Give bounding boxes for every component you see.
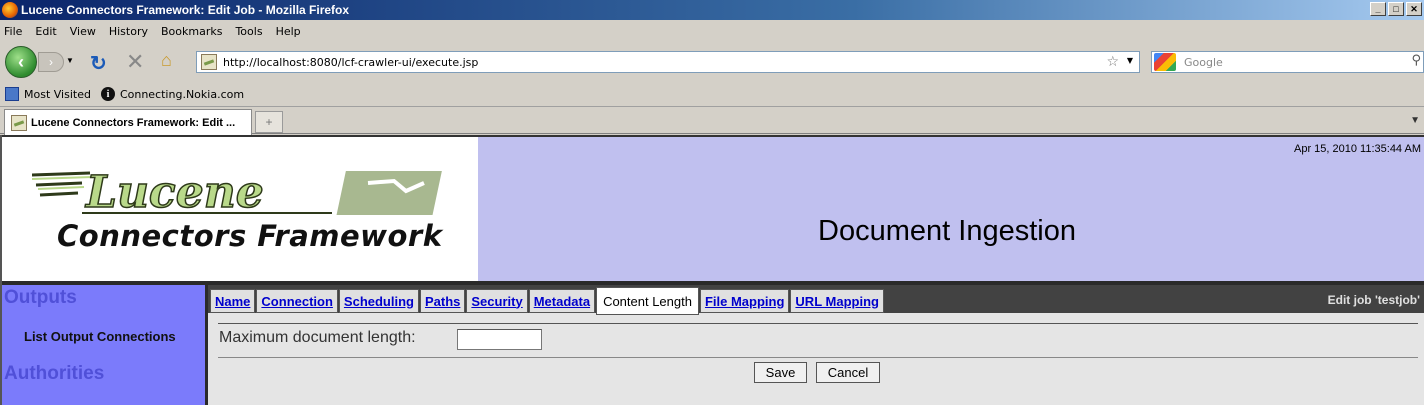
tab-security[interactable]: Security bbox=[466, 289, 528, 313]
back-arrow-icon: ‹ bbox=[18, 51, 24, 72]
menu-file[interactable]: File bbox=[4, 25, 22, 38]
google-engine-icon[interactable] bbox=[1154, 53, 1176, 71]
browser-tab-active[interactable]: Lucene Connectors Framework: Edit ... bbox=[4, 109, 252, 135]
tab-paths[interactable]: Paths bbox=[419, 289, 466, 313]
tab-file-mapping[interactable]: File Mapping bbox=[699, 289, 790, 313]
new-tab-button[interactable]: + bbox=[255, 111, 283, 133]
maximize-button[interactable]: □ bbox=[1388, 2, 1404, 16]
tab-content-length[interactable]: Content Length bbox=[596, 287, 699, 315]
bookmark-most-visited[interactable]: Most Visited bbox=[5, 87, 91, 101]
tab-scheduling[interactable]: Scheduling bbox=[338, 289, 419, 313]
sidebar-heading-authorities: Authorities bbox=[4, 363, 105, 384]
sidebar-heading-outputs: Outputs bbox=[4, 287, 77, 308]
bookmark-label: Most Visited bbox=[24, 87, 91, 101]
forward-arrow-icon: › bbox=[49, 55, 53, 69]
tab-connection[interactable]: Connection bbox=[256, 289, 338, 313]
form-button-row: Save Cancel bbox=[218, 357, 1418, 385]
bookmark-connecting-nokia[interactable]: i Connecting.Nokia.com bbox=[100, 87, 245, 101]
save-button[interactable]: Save bbox=[754, 362, 807, 383]
url-text[interactable]: http://localhost:8080/lcf-crawler-ui/exe… bbox=[223, 56, 478, 69]
lucene-logo-icon: Lucene bbox=[32, 166, 442, 219]
banner-title-area: Apr 15, 2010 11:35:44 AM Document Ingest… bbox=[478, 135, 1424, 283]
sidebar: Outputs List Output Connections Authorit… bbox=[2, 285, 208, 405]
search-bar[interactable]: Google ⚲ bbox=[1151, 51, 1424, 73]
url-dropdown-icon[interactable]: ▼ bbox=[1127, 56, 1133, 65]
list-all-tabs-icon[interactable]: ▼ bbox=[1410, 115, 1420, 126]
logo-subtitle: Connectors Framework bbox=[57, 219, 443, 253]
tab-favicon-icon bbox=[11, 114, 27, 131]
tab-url-mapping[interactable]: URL Mapping bbox=[790, 289, 884, 313]
max-doc-length-input[interactable] bbox=[457, 329, 542, 350]
firefox-icon bbox=[2, 2, 18, 18]
navigation-toolbar: ‹ › ▼ ↻ ✕ ⌂ http://localhost:8080/lcf-cr… bbox=[0, 42, 1424, 82]
web-page: Lucene Connectors Framework Apr 15, 2010… bbox=[0, 135, 1424, 405]
bookmark-star-icon[interactable]: ☆ bbox=[1106, 54, 1119, 70]
logo-lucene-text: Lucene bbox=[84, 167, 264, 218]
edit-job-label: Edit job 'testjob' bbox=[1327, 293, 1420, 307]
menu-edit[interactable]: Edit bbox=[35, 25, 56, 38]
search-magnifier-icon[interactable]: ⚲ bbox=[1411, 53, 1421, 68]
url-bar[interactable]: http://localhost:8080/lcf-crawler-ui/exe… bbox=[196, 51, 1140, 73]
max-doc-length-label: Maximum document length: bbox=[219, 329, 416, 346]
page-title: Document Ingestion bbox=[478, 215, 1424, 248]
main-content: Name Connection Scheduling Paths Securit… bbox=[208, 285, 1424, 405]
forward-button[interactable]: › bbox=[38, 52, 64, 72]
reload-icon[interactable]: ↻ bbox=[90, 51, 107, 76]
menu-history[interactable]: History bbox=[109, 25, 148, 38]
home-icon[interactable]: ⌂ bbox=[161, 50, 172, 71]
plus-icon: + bbox=[265, 115, 273, 129]
minimize-button[interactable]: _ bbox=[1370, 2, 1386, 16]
timestamp: Apr 15, 2010 11:35:44 AM bbox=[1294, 143, 1421, 155]
info-icon: i bbox=[100, 87, 115, 101]
stop-icon[interactable]: ✕ bbox=[126, 49, 144, 75]
tab-name[interactable]: Name bbox=[210, 289, 256, 313]
page-title-text: Document Ingestion bbox=[818, 215, 1076, 247]
menu-tools[interactable]: Tools bbox=[235, 25, 262, 38]
menu-view[interactable]: View bbox=[70, 25, 96, 38]
tab-metadata[interactable]: Metadata bbox=[528, 289, 596, 313]
cancel-button[interactable]: Cancel bbox=[816, 362, 880, 383]
window-title: Lucene Connectors Framework: Edit Job - … bbox=[21, 3, 350, 17]
bookmarks-toolbar: Most Visited i Connecting.Nokia.com bbox=[0, 82, 1424, 106]
most-visited-icon bbox=[5, 87, 19, 101]
site-favicon-icon bbox=[201, 54, 217, 70]
menu-bookmarks[interactable]: Bookmarks bbox=[161, 25, 222, 38]
job-tab-bar: Name Connection Scheduling Paths Securit… bbox=[208, 285, 1424, 315]
search-placeholder[interactable]: Google bbox=[1184, 56, 1223, 69]
menu-help[interactable]: Help bbox=[276, 25, 301, 38]
form-top-divider bbox=[218, 323, 1418, 324]
browser-tab-title: Lucene Connectors Framework: Edit ... bbox=[31, 116, 236, 129]
menu-bar: File Edit View History Bookmarks Tools H… bbox=[0, 20, 1424, 42]
close-button[interactable]: ✕ bbox=[1406, 2, 1422, 16]
browser-tab-strip: Lucene Connectors Framework: Edit ... + … bbox=[0, 106, 1424, 135]
back-button[interactable]: ‹ bbox=[5, 46, 37, 78]
window-title-bar: Lucene Connectors Framework: Edit Job - … bbox=[0, 0, 1424, 20]
bookmark-label: Connecting.Nokia.com bbox=[119, 87, 245, 101]
history-dropdown-icon[interactable]: ▼ bbox=[66, 56, 74, 65]
sidebar-item-list-output-connections[interactable]: List Output Connections bbox=[24, 329, 176, 344]
banner-logo: Lucene Connectors Framework bbox=[2, 135, 478, 283]
